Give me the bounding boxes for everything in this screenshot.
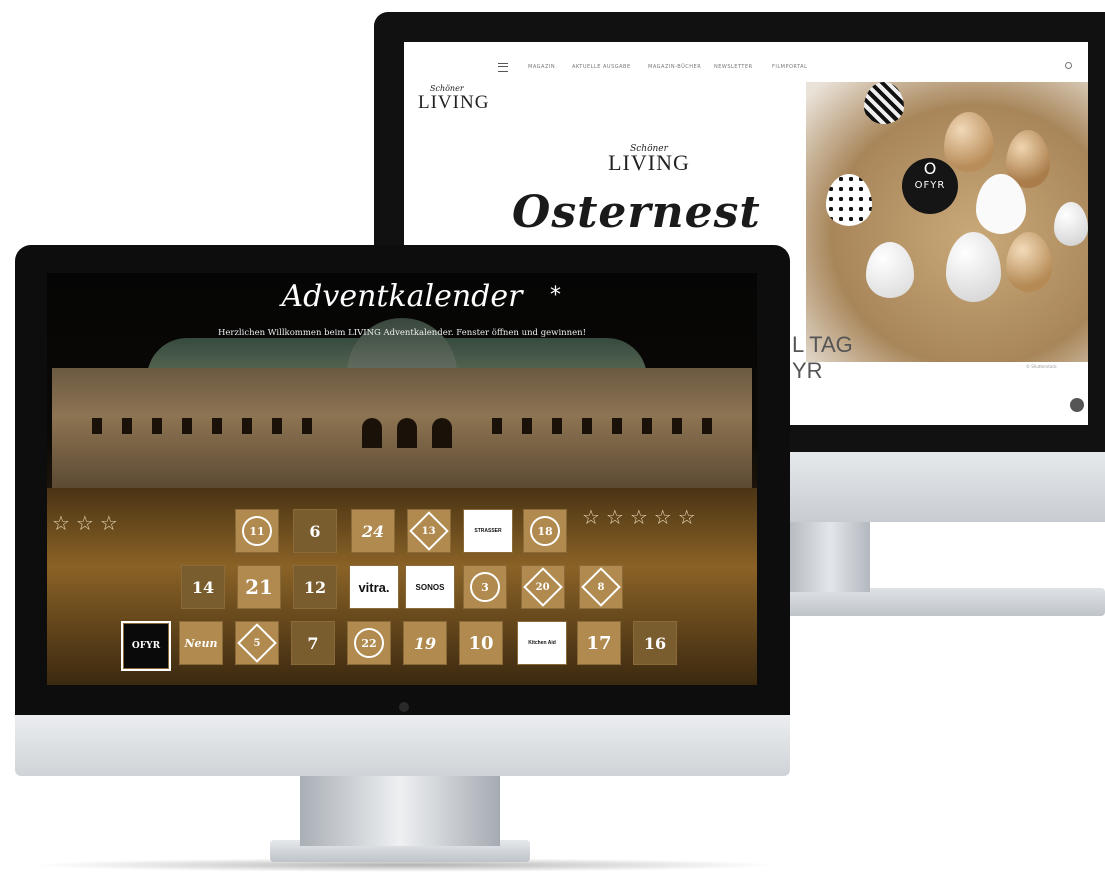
palace-window bbox=[212, 418, 222, 434]
palace-window bbox=[92, 418, 102, 434]
nav-item[interactable]: NEWSLETTER bbox=[714, 64, 753, 70]
calendar-door[interactable]: Neun bbox=[179, 621, 223, 665]
calendar-door[interactable]: 13 bbox=[407, 509, 451, 553]
calendar-door[interactable]: 16 bbox=[633, 621, 677, 665]
egg-white bbox=[946, 232, 1001, 302]
door-number: 18 bbox=[530, 516, 560, 546]
calendar-door[interactable]: 5 bbox=[235, 621, 279, 665]
door-number: 8 bbox=[597, 581, 605, 593]
calendar-door[interactable]: 21 bbox=[237, 565, 281, 609]
nav-item[interactable]: MAGAZIN-BÜCHER bbox=[648, 64, 701, 70]
calendar-door[interactable]: 7 bbox=[291, 621, 335, 665]
scroll-top-button[interactable] bbox=[1070, 398, 1084, 412]
calendar-door[interactable]: 20 bbox=[521, 565, 565, 609]
photo-credit: © Shutterstock bbox=[1026, 364, 1057, 369]
egg-white bbox=[866, 242, 914, 298]
tagline-line: YR bbox=[792, 358, 823, 383]
door-number: 13 bbox=[422, 525, 436, 537]
calendar-door[interactable]: 24 bbox=[351, 509, 395, 553]
palace-window bbox=[522, 418, 532, 434]
palace-window bbox=[272, 418, 282, 434]
palace-window bbox=[122, 418, 132, 434]
calendar-door[interactable]: 10 bbox=[459, 621, 503, 665]
front-monitor-screen: Adventkalender * Herzlichen Willkommen b… bbox=[47, 273, 757, 685]
ofyr-badge: O OFYR bbox=[902, 158, 958, 214]
palace-window bbox=[642, 418, 652, 434]
calendar-door[interactable]: 12 bbox=[293, 565, 337, 609]
front-monitor-stand bbox=[300, 776, 500, 846]
door-diamond: 8 bbox=[581, 567, 621, 607]
egg-white bbox=[1054, 202, 1088, 246]
calendar-door[interactable]: STRASSER bbox=[463, 509, 513, 553]
egg-dotted bbox=[826, 174, 872, 226]
calendar-door[interactable]: 22 bbox=[347, 621, 391, 665]
calendar-door[interactable]: 11 bbox=[235, 509, 279, 553]
calendar-door[interactable]: 17 bbox=[577, 621, 621, 665]
door-number: 11 bbox=[242, 516, 272, 546]
door-diamond: 20 bbox=[523, 567, 563, 607]
advent-subtitle: Herzlichen Willkommen beim LIVING Advent… bbox=[217, 328, 587, 338]
palace-window bbox=[242, 418, 252, 434]
ofyr-symbol: O bbox=[923, 159, 937, 178]
calendar-door[interactable]: 8 bbox=[579, 565, 623, 609]
calendar-door[interactable]: vitra. bbox=[349, 565, 399, 609]
door-diamond: 13 bbox=[409, 511, 449, 551]
logo-word: LIVING bbox=[418, 92, 490, 113]
hero-photo: O OFYR bbox=[806, 82, 1088, 362]
calendar-door[interactable]: 3 bbox=[463, 565, 507, 609]
palace-facade bbox=[52, 368, 752, 488]
advent-title: Adventkalender bbox=[281, 279, 523, 314]
ofyr-brand: OFYR bbox=[914, 180, 946, 191]
palace-door bbox=[362, 418, 382, 448]
palace-window bbox=[152, 418, 162, 434]
hero-tagline: L TAG YR bbox=[792, 332, 853, 384]
palace-window bbox=[302, 418, 312, 434]
decorative-stars-left: ☆☆☆ bbox=[52, 511, 124, 535]
door-number: 20 bbox=[536, 581, 550, 593]
star-icon: * bbox=[550, 283, 561, 308]
calendar-door[interactable]: 18 bbox=[523, 509, 567, 553]
back-monitor-base bbox=[745, 588, 1105, 616]
back-monitor-stand bbox=[790, 522, 870, 592]
palace-door bbox=[397, 418, 417, 448]
hero-headline: Osternest bbox=[512, 187, 761, 238]
palace-window bbox=[612, 418, 622, 434]
hero-logo-word: LIVING bbox=[608, 150, 690, 175]
door-number: 22 bbox=[354, 628, 384, 658]
hero-logo: Schöner LIVING bbox=[594, 144, 704, 174]
calendar-door[interactable]: 6 bbox=[293, 509, 337, 553]
egg-gold bbox=[1006, 232, 1052, 292]
calendar-door[interactable]: 14 bbox=[181, 565, 225, 609]
monitor-logo-icon bbox=[399, 702, 409, 712]
calendar-door[interactable]: SONOS bbox=[405, 565, 455, 609]
palace-window bbox=[492, 418, 502, 434]
decorative-stars-right: ☆☆☆☆☆ bbox=[582, 505, 702, 529]
palace-door bbox=[432, 418, 452, 448]
door-number: 3 bbox=[470, 572, 500, 602]
palace-window bbox=[582, 418, 592, 434]
palace-window bbox=[182, 418, 192, 434]
door-diamond: 5 bbox=[237, 623, 277, 663]
calendar-door[interactable]: Kitchen Aid bbox=[517, 621, 567, 665]
nav-item[interactable]: AKTUELLE AUSGABE bbox=[572, 64, 631, 70]
palace-window bbox=[672, 418, 682, 434]
palace-window bbox=[702, 418, 712, 434]
tagline-line: L TAG bbox=[792, 332, 853, 357]
door-number: 5 bbox=[253, 637, 261, 649]
nav-item[interactable]: FILMPORTAL bbox=[772, 64, 807, 70]
search-icon[interactable] bbox=[1065, 62, 1072, 69]
menu-icon[interactable] bbox=[498, 63, 508, 72]
site-nav: MAGAZIN AKTUELLE AUSGABE MAGAZIN-BÜCHER … bbox=[404, 60, 1088, 74]
nav-item[interactable]: MAGAZIN bbox=[528, 64, 555, 70]
calendar-door[interactable]: 19 bbox=[403, 621, 447, 665]
site-logo[interactable]: Schöner LIVING bbox=[418, 84, 489, 112]
egg-striped bbox=[864, 82, 904, 124]
front-monitor-chin bbox=[15, 710, 790, 776]
calendar-door[interactable]: OFYR bbox=[121, 621, 171, 671]
palace-window bbox=[552, 418, 562, 434]
